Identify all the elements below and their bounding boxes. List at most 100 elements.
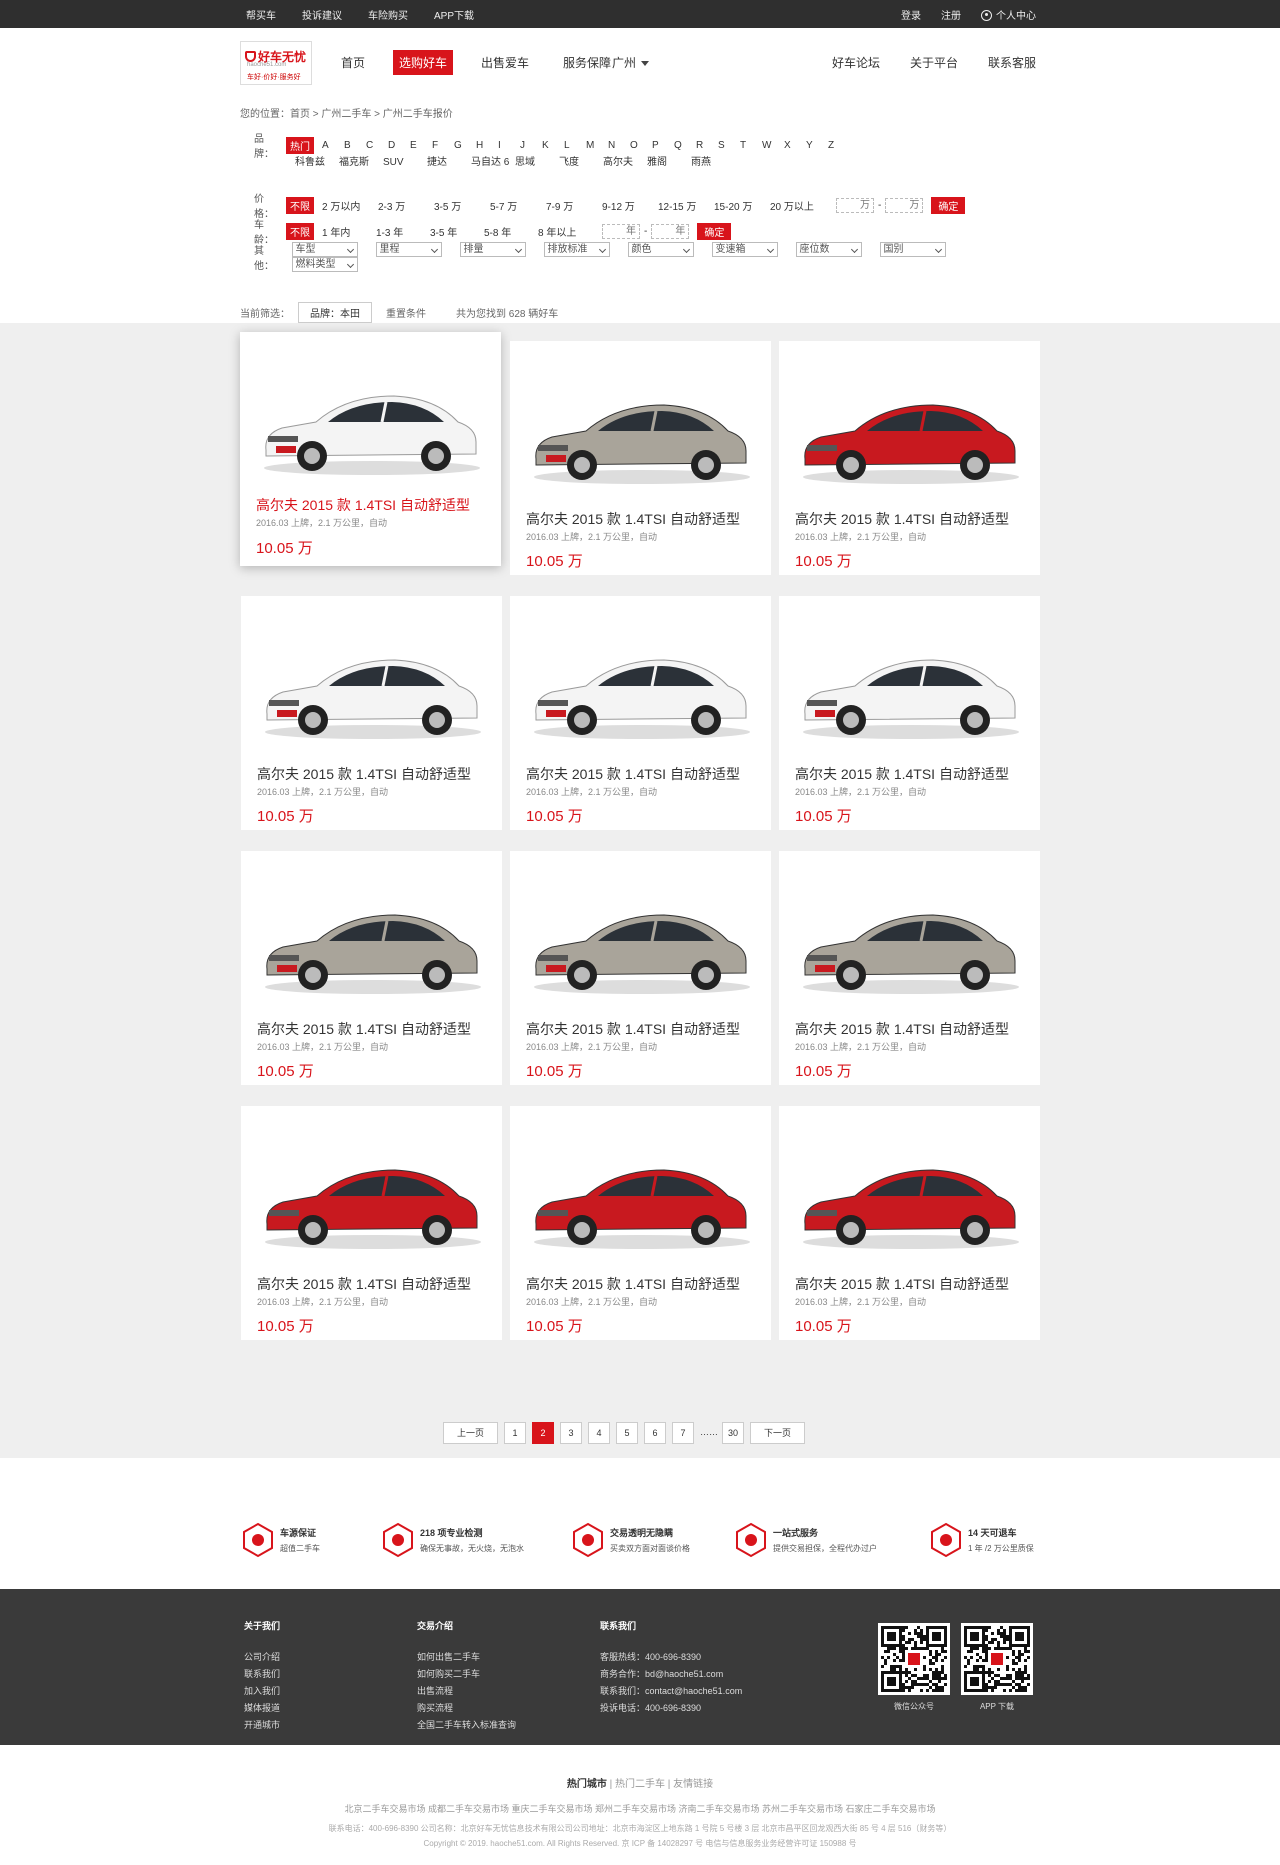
price-option[interactable]: 2-3 万 <box>378 198 434 213</box>
topbar-link-insurance[interactable]: 车险购买 <box>368 7 408 22</box>
footer-link[interactable]: 加入我们 <box>244 1684 280 1697</box>
filter-select[interactable]: 颜色 <box>627 242 694 257</box>
filter-select[interactable]: 车型 <box>291 242 358 257</box>
listing-title[interactable]: 高尔夫 2015 款 1.4TSI 自动舒适型 <box>795 764 1009 784</box>
brand-letter-X[interactable]: X <box>784 140 806 151</box>
car-listing-card[interactable]: 高尔夫 2015 款 1.4TSI 自动舒适型 2016.03 上牌，2.1 万公… <box>240 332 501 566</box>
page-number[interactable]: 4 <box>588 1422 610 1444</box>
brand-letter-C[interactable]: C <box>366 140 388 151</box>
brand-letter-P[interactable]: P <box>652 140 674 151</box>
listing-title[interactable]: 高尔夫 2015 款 1.4TSI 自动舒适型 <box>256 495 470 515</box>
listing-title[interactable]: 高尔夫 2015 款 1.4TSI 自动舒适型 <box>526 509 740 529</box>
price-min-input[interactable]: 万 <box>836 197 874 213</box>
price-option[interactable]: 12-15 万 <box>658 198 714 213</box>
logo[interactable]: 好车无忧 haoche51.com 车好·价好·服务好 <box>240 41 312 85</box>
price-option[interactable]: 9-12 万 <box>602 198 658 213</box>
price-option[interactable]: 5-7 万 <box>490 198 546 213</box>
price-option[interactable]: 2 万以内 <box>322 198 378 213</box>
page-last[interactable]: 30 <box>722 1422 744 1444</box>
tab-hot-cities[interactable]: 热门城市 <box>567 1779 607 1790</box>
footer-link[interactable]: 出售流程 <box>417 1684 516 1697</box>
nav-buy-car[interactable]: 选购好车 <box>393 50 454 75</box>
brand-letter-Z[interactable]: Z <box>828 140 850 151</box>
price-confirm-button[interactable]: 确定 <box>931 196 966 214</box>
listing-title[interactable]: 高尔夫 2015 款 1.4TSI 自动舒适型 <box>795 1274 1009 1294</box>
car-listing-card[interactable]: 高尔夫 2015 款 1.4TSI 自动舒适型 2016.03 上牌，2.1 万公… <box>241 851 502 1085</box>
footer-link[interactable]: 联系我们 <box>244 1667 280 1680</box>
price-unlimited-tag[interactable]: 不限 <box>286 196 314 214</box>
tab-hot-cars[interactable]: 热门二手车 <box>615 1779 665 1790</box>
car-listing-card[interactable]: 高尔夫 2015 款 1.4TSI 自动舒适型 2016.03 上牌，2.1 万公… <box>779 596 1040 830</box>
brand-hot-tag[interactable]: 热门 <box>286 136 314 154</box>
price-max-input[interactable]: 万 <box>885 197 924 213</box>
page-number[interactable]: 7 <box>672 1422 694 1444</box>
age-option[interactable]: 3-5 年 <box>430 224 484 239</box>
brand-option[interactable]: 雅阁 <box>647 153 691 168</box>
price-option[interactable]: 20 万以上 <box>770 198 826 213</box>
nav-support[interactable]: 联系客服 <box>988 54 1036 71</box>
nav-sell-car[interactable]: 出售爱车 <box>475 50 535 75</box>
brand-letter-W[interactable]: W <box>762 140 784 151</box>
filter-select[interactable]: 国别 <box>879 242 946 257</box>
age-confirm-button[interactable]: 确定 <box>697 222 732 240</box>
topbar-link-help-buy[interactable]: 帮买车 <box>246 7 276 22</box>
brand-letter-T[interactable]: T <box>740 140 762 151</box>
price-option[interactable]: 3-5 万 <box>434 198 490 213</box>
topbar-link-app[interactable]: APP下载 <box>434 7 474 22</box>
brand-letter-N[interactable]: N <box>608 140 630 151</box>
brand-option[interactable]: 科鲁兹 <box>295 153 339 168</box>
age-max-input[interactable]: 年 <box>651 223 690 239</box>
reset-filters-link[interactable]: 重置条件 <box>386 305 426 320</box>
page-number[interactable]: 1 <box>504 1422 526 1444</box>
age-unlimited-tag[interactable]: 不限 <box>286 222 314 240</box>
footer-link[interactable]: 如何出售二手车 <box>417 1650 516 1663</box>
listing-title[interactable]: 高尔夫 2015 款 1.4TSI 自动舒适型 <box>257 1019 471 1039</box>
page-number[interactable]: 6 <box>644 1422 666 1444</box>
footer-link[interactable]: 公司介绍 <box>244 1650 280 1663</box>
brand-letter-A[interactable]: A <box>322 140 344 151</box>
brand-letter-O[interactable]: O <box>630 140 652 151</box>
filter-select[interactable]: 排量 <box>459 242 526 257</box>
brand-letter-S[interactable]: S <box>718 140 740 151</box>
brand-option[interactable]: 马自达 6 <box>471 153 515 168</box>
filter-select[interactable]: 变速箱 <box>711 242 778 257</box>
page-number[interactable]: 5 <box>616 1422 638 1444</box>
register-link[interactable]: 注册 <box>941 7 961 22</box>
brand-option[interactable]: 高尔夫 <box>603 153 647 168</box>
brand-option[interactable]: SUV <box>383 157 427 168</box>
listing-title[interactable]: 高尔夫 2015 款 1.4TSI 自动舒适型 <box>795 509 1009 529</box>
filter-select[interactable]: 排放标准 <box>543 242 610 257</box>
car-listing-card[interactable]: 高尔夫 2015 款 1.4TSI 自动舒适型 2016.03 上牌，2.1 万公… <box>779 1106 1040 1340</box>
brand-letter-G[interactable]: G <box>454 140 476 151</box>
car-listing-card[interactable]: 高尔夫 2015 款 1.4TSI 自动舒适型 2016.03 上牌，2.1 万公… <box>241 1106 502 1340</box>
brand-letter-J[interactable]: J <box>520 140 542 151</box>
brand-option[interactable]: 福克斯 <box>339 153 383 168</box>
next-page-button[interactable]: 下一页 <box>750 1422 805 1444</box>
brand-letter-F[interactable]: F <box>432 140 454 151</box>
brand-letter-H[interactable]: H <box>476 140 498 151</box>
listing-title[interactable]: 高尔夫 2015 款 1.4TSI 自动舒适型 <box>257 1274 471 1294</box>
city-market-links[interactable]: 北京二手车交易市场 成都二手车交易市场 重庆二手车交易市场 郑州二手车交易市场 … <box>0 1802 1280 1815</box>
car-listing-card[interactable]: 高尔夫 2015 款 1.4TSI 自动舒适型 2016.03 上牌，2.1 万公… <box>510 596 771 830</box>
car-listing-card[interactable]: 高尔夫 2015 款 1.4TSI 自动舒适型 2016.03 上牌，2.1 万公… <box>510 341 771 575</box>
nav-about[interactable]: 关于平台 <box>910 54 958 71</box>
price-option[interactable]: 15-20 万 <box>714 198 770 213</box>
filter-select[interactable]: 燃料类型 <box>291 257 358 272</box>
car-listing-card[interactable]: 高尔夫 2015 款 1.4TSI 自动舒适型 2016.03 上牌，2.1 万公… <box>510 1106 771 1340</box>
age-option[interactable]: 1-3 年 <box>376 224 430 239</box>
footer-link[interactable]: 购买流程 <box>417 1701 516 1714</box>
prev-page-button[interactable]: 上一页 <box>443 1422 498 1444</box>
page-number[interactable]: 2 <box>532 1422 554 1444</box>
page-number[interactable]: 3 <box>560 1422 582 1444</box>
brand-option[interactable]: 雨燕 <box>691 153 735 168</box>
filter-select[interactable]: 里程 <box>375 242 442 257</box>
listing-title[interactable]: 高尔夫 2015 款 1.4TSI 自动舒适型 <box>795 1019 1009 1039</box>
footer-link[interactable]: 如何购买二手车 <box>417 1667 516 1680</box>
brand-letter-Q[interactable]: Q <box>674 140 696 151</box>
filter-select[interactable]: 座位数 <box>795 242 862 257</box>
nav-service[interactable]: 服务保障 <box>557 50 617 75</box>
brand-letter-R[interactable]: R <box>696 140 718 151</box>
footer-link[interactable]: 媒体报道 <box>244 1701 280 1714</box>
listing-title[interactable]: 高尔夫 2015 款 1.4TSI 自动舒适型 <box>526 1274 740 1294</box>
current-filter-chip[interactable]: 品牌：本田 <box>298 302 372 323</box>
